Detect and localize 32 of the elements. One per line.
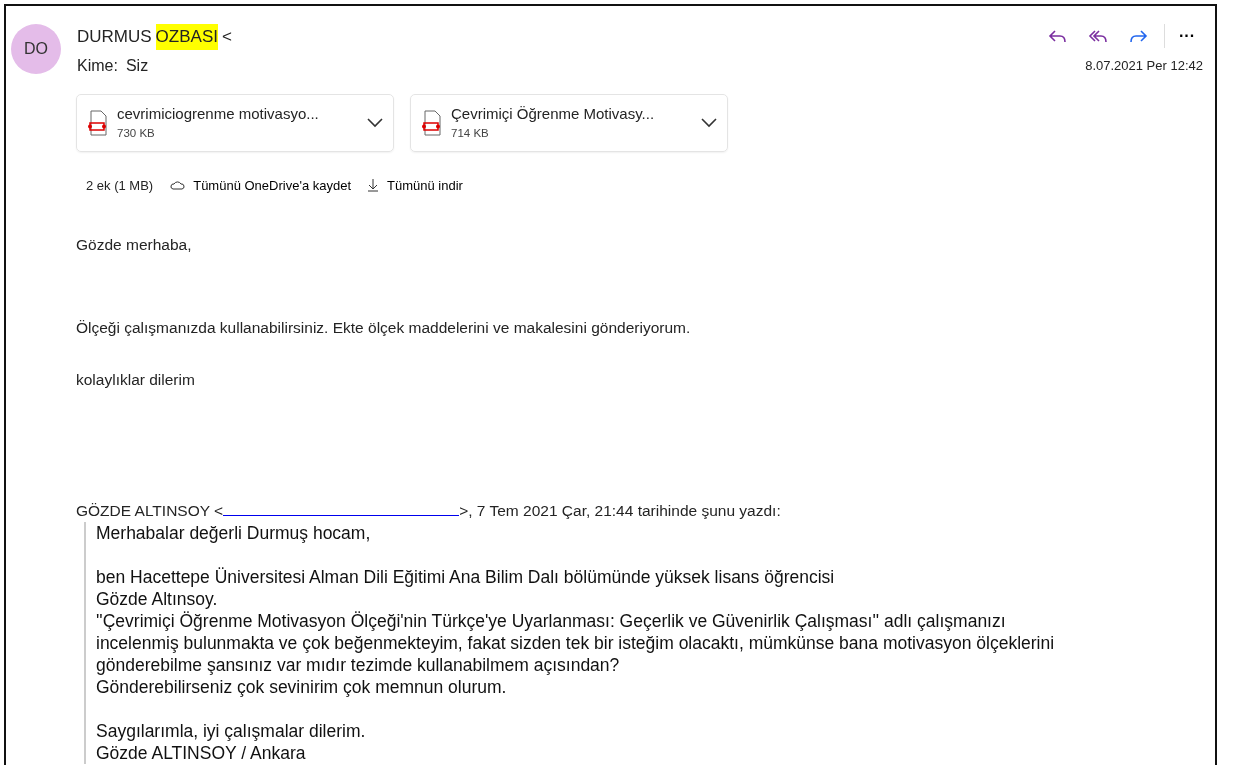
- recipient-label: Kime:: [77, 55, 118, 76]
- attachment-name: cevrimiciogrenme motivasyo...: [117, 103, 320, 124]
- sender-name: <: [221, 26, 232, 48]
- pdf-file-icon: [421, 109, 443, 136]
- attachment-size: 730 KB: [117, 126, 156, 142]
- reply-all-icon: [1086, 27, 1110, 45]
- quote-paragraph: ben Hacettepe Üniversitesi Alman Dili Eğitimi Ana Bilim Dalı bölümünde yüksek lisans öğrencisi Gözde Altınsoy. ''Çevrimiçi Öğrenme Motivasyon Ölçeği'nin Türkçe'ye Uyarlanması: Geçerlik ve Güvenirlik Çalışması'' adlı çalışmanızı incelenmiş bulunmakta ve çok beğenmekteyim, fakat sizden tek bir isteğim olacaktı, mümkünse bana motivasyon ölçeklerini gönderebilme şansınız var mıdır tezimde kullanabilmem açısından? Gönderebilirseniz çok sevinirim çok memnun olurum.: [96, 566, 1056, 698]
- quote-header: >, 7 Tem 2021 Çar, 21:44 tarihinde şunu yazdı:: [459, 501, 781, 519]
- quote-header: GÖZDE ALTINSOY <: [76, 501, 224, 519]
- body-paragraph: Gözde merhaba,: [76, 235, 193, 255]
- avatar: DO: [11, 24, 61, 74]
- body-paragraph: Ölçeği çalışmanızda kullanabilirsiniz. Ekte ölçek maddelerini ve makalesini gönderiyorum.: [76, 318, 692, 339]
- download-icon: [367, 178, 380, 193]
- attachment-size: 714 KB: [451, 126, 490, 142]
- sender-name: DURMUS: [77, 26, 152, 48]
- attachment-count: 2 ek (1 MB): [86, 176, 154, 195]
- chevron-down-icon: [701, 117, 717, 128]
- attachment-card[interactable]: cevrimiciogrenme motivasyo... 730 KB: [76, 93, 394, 152]
- cloud-icon: [169, 180, 186, 191]
- quote-paragraph: Merhabalar değerli Durmuş hocam,: [96, 522, 372, 544]
- pdf-file-icon: [87, 109, 109, 136]
- download-all-button[interactable]: Tümünü indir: [367, 178, 463, 193]
- chevron-down-icon: [367, 117, 383, 128]
- attachment-name: Çevrimiçi Öğrenme Motivasy...: [451, 103, 656, 124]
- quote-paragraph: Saygılarımla, iyi çalışmalar dilerim. Gözde ALTINSOY / Ankara: [96, 720, 367, 764]
- save-onedrive-button[interactable]: Tümünü OneDrive'a kaydet: [169, 178, 352, 192]
- more-button[interactable]: ···: [1171, 28, 1203, 44]
- recipient-value: Siz: [125, 55, 149, 76]
- date: 8.07.2021 Per 12:42: [1085, 57, 1203, 75]
- sender-name: OZBASI: [155, 24, 218, 50]
- body-paragraph: kolaylıklar dilerim: [76, 369, 196, 390]
- attachment-card[interactable]: Çevrimiçi Öğrenme Motivasy... 714 KB: [410, 93, 728, 152]
